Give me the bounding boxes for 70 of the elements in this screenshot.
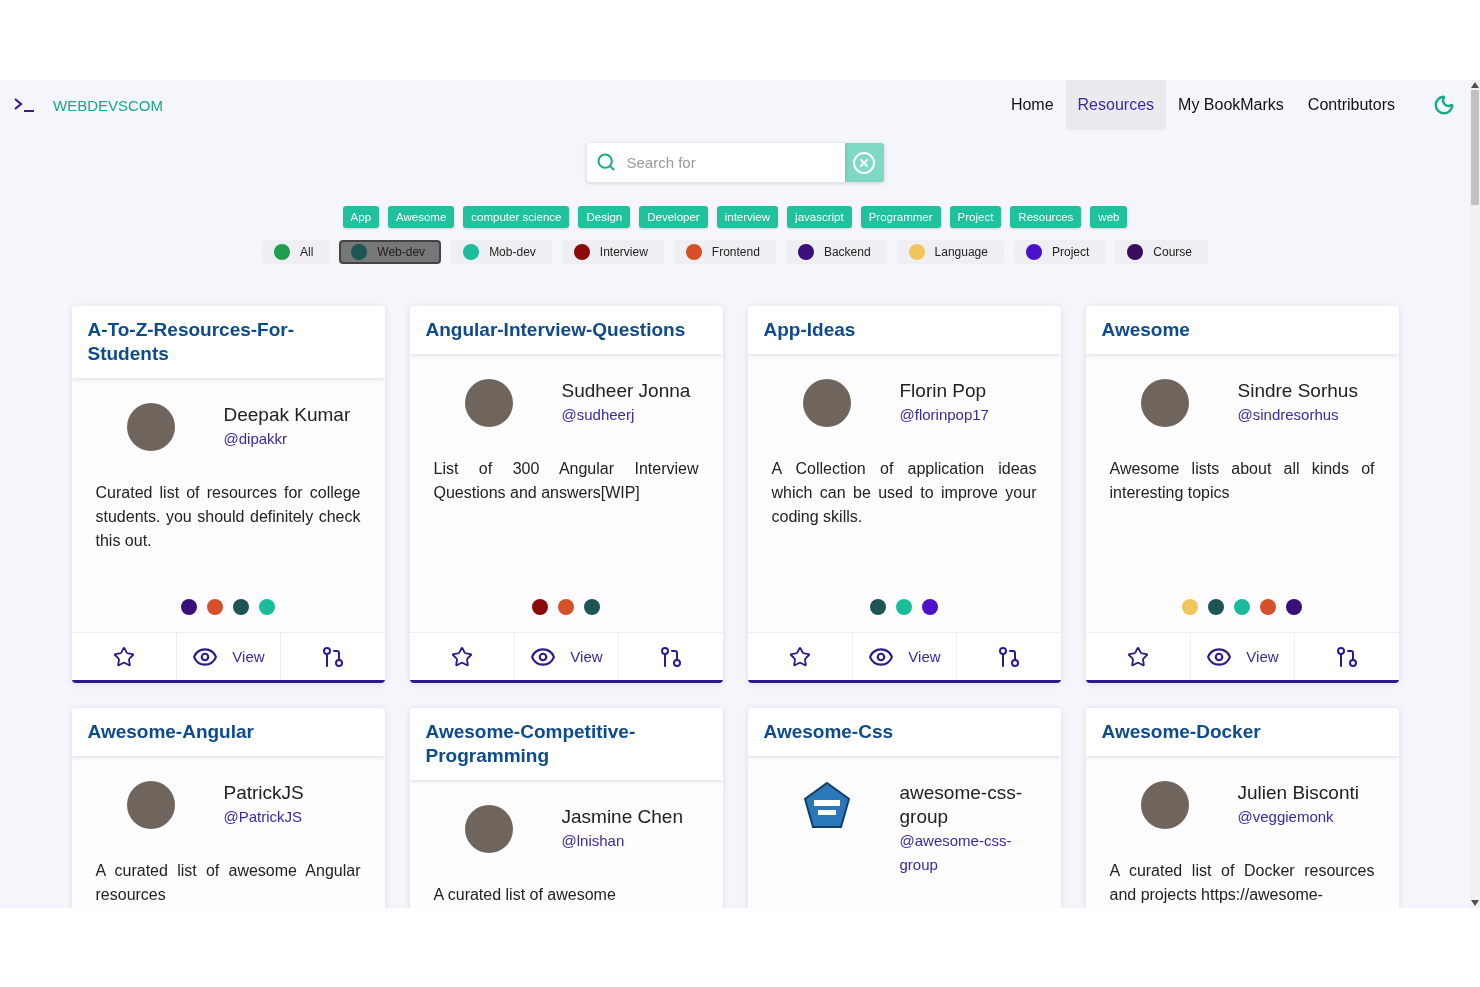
scroll-up-arrow-icon[interactable] xyxy=(1471,82,1479,88)
card-description: A curated list of Docker resources and projects https://awesome- xyxy=(1109,861,1375,905)
category-chip[interactable]: Web-dev xyxy=(339,240,442,264)
view-button[interactable]: View xyxy=(851,633,957,680)
pentagon-logo-icon xyxy=(802,781,851,829)
scroll-down-arrow-icon[interactable] xyxy=(1471,900,1479,906)
card-description: Curated list of resources for college students. you should definitely check this out. xyxy=(95,483,361,551)
terminal-prompt-icon xyxy=(14,98,34,112)
author-handle[interactable]: @PatrickJS xyxy=(223,805,303,829)
author-handle[interactable]: @lnishan xyxy=(561,829,625,853)
pull-request-icon xyxy=(996,644,1021,669)
view-button[interactable]: View xyxy=(175,633,281,680)
author-handle[interactable]: @awesome-css-group xyxy=(899,829,1038,877)
author-name: Sindre Sorhus xyxy=(1237,379,1358,403)
nav-link[interactable]: My BookMarks xyxy=(1166,80,1296,130)
view-button[interactable]: View xyxy=(1189,633,1295,680)
category-chip[interactable]: Backend xyxy=(785,240,887,264)
nav-link[interactable]: Resources xyxy=(1065,80,1167,130)
avatar-placeholder xyxy=(126,403,175,451)
author-name: Florin Pop xyxy=(899,379,987,403)
category-chip[interactable]: Project xyxy=(1013,240,1106,264)
author-handle[interactable]: @florinpop17 xyxy=(899,403,989,427)
category-chip[interactable]: Interview xyxy=(561,240,664,264)
avatar-placeholder xyxy=(126,781,175,829)
author-name: Sudheer Jonna xyxy=(561,379,691,403)
category-chip[interactable]: Course xyxy=(1115,240,1208,264)
avatar-placeholder xyxy=(464,805,513,853)
pull-request-icon xyxy=(658,644,683,669)
pull-request-icon xyxy=(1334,644,1359,669)
moon-icon xyxy=(1433,94,1455,116)
card-title: A-To-Z-Resources-For-Students xyxy=(87,318,296,366)
author-name: awesome-css-group xyxy=(899,781,1023,829)
author-name: Deepak Kumar xyxy=(223,403,351,427)
view-button[interactable]: View xyxy=(513,633,619,680)
pull-request-icon xyxy=(320,644,345,669)
author-name: Julien Bisconti xyxy=(1237,781,1359,805)
close-icon xyxy=(852,150,876,175)
card-description: Awesome lists about all kinds of interesting topics xyxy=(1109,459,1375,503)
scrollbar-thumb[interactable] xyxy=(1471,90,1479,205)
search-field[interactable]: Search for xyxy=(586,143,845,182)
author-handle[interactable]: @veggiemonk xyxy=(1237,805,1334,829)
dark-mode-button[interactable] xyxy=(1433,94,1455,116)
card-description: A Collection of application ideas which can be used to improve your coding skills. xyxy=(771,459,1037,527)
card-title: Awesome-Competitive-Programming xyxy=(425,720,637,768)
author-handle[interactable]: @dipakkr xyxy=(223,427,288,451)
nav-link[interactable]: Home xyxy=(998,80,1066,130)
card-description: A curated list of awesome Angular resources xyxy=(95,861,361,905)
category-chip[interactable]: Mob-dev xyxy=(451,240,552,264)
card-description: A curated list of awesome xyxy=(433,885,617,905)
author-handle[interactable]: @sudheerj xyxy=(561,403,635,427)
category-chip[interactable]: All xyxy=(261,240,330,264)
avatar-placeholder xyxy=(464,379,513,427)
avatar-placeholder xyxy=(1140,781,1189,829)
category-chip[interactable]: Language xyxy=(896,240,1004,264)
search-icon xyxy=(595,152,616,172)
author-handle[interactable]: @sindresorhus xyxy=(1237,403,1339,427)
author-name: PatrickJS xyxy=(223,781,304,805)
card-title: App-Ideas xyxy=(763,318,857,342)
card-title: Angular-Interview-Questions xyxy=(425,318,687,342)
card-title: Awesome xyxy=(1101,318,1191,342)
brand-name: WEBDEVSCOM xyxy=(53,96,163,114)
avatar-placeholder xyxy=(1140,379,1189,427)
card-title: Awesome-Docker xyxy=(1101,720,1262,744)
avatar-placeholder xyxy=(802,379,851,427)
nav-link[interactable]: Contributors xyxy=(1295,80,1407,130)
card-title: Awesome-Angular xyxy=(87,720,255,744)
card-title: Awesome-Css xyxy=(763,720,895,744)
card-description: List of 300 Angular Interview Questions and answers[WIP] xyxy=(433,459,699,503)
author-name: Jasmine Chen xyxy=(561,805,683,829)
category-chip[interactable]: Frontend xyxy=(673,240,776,264)
